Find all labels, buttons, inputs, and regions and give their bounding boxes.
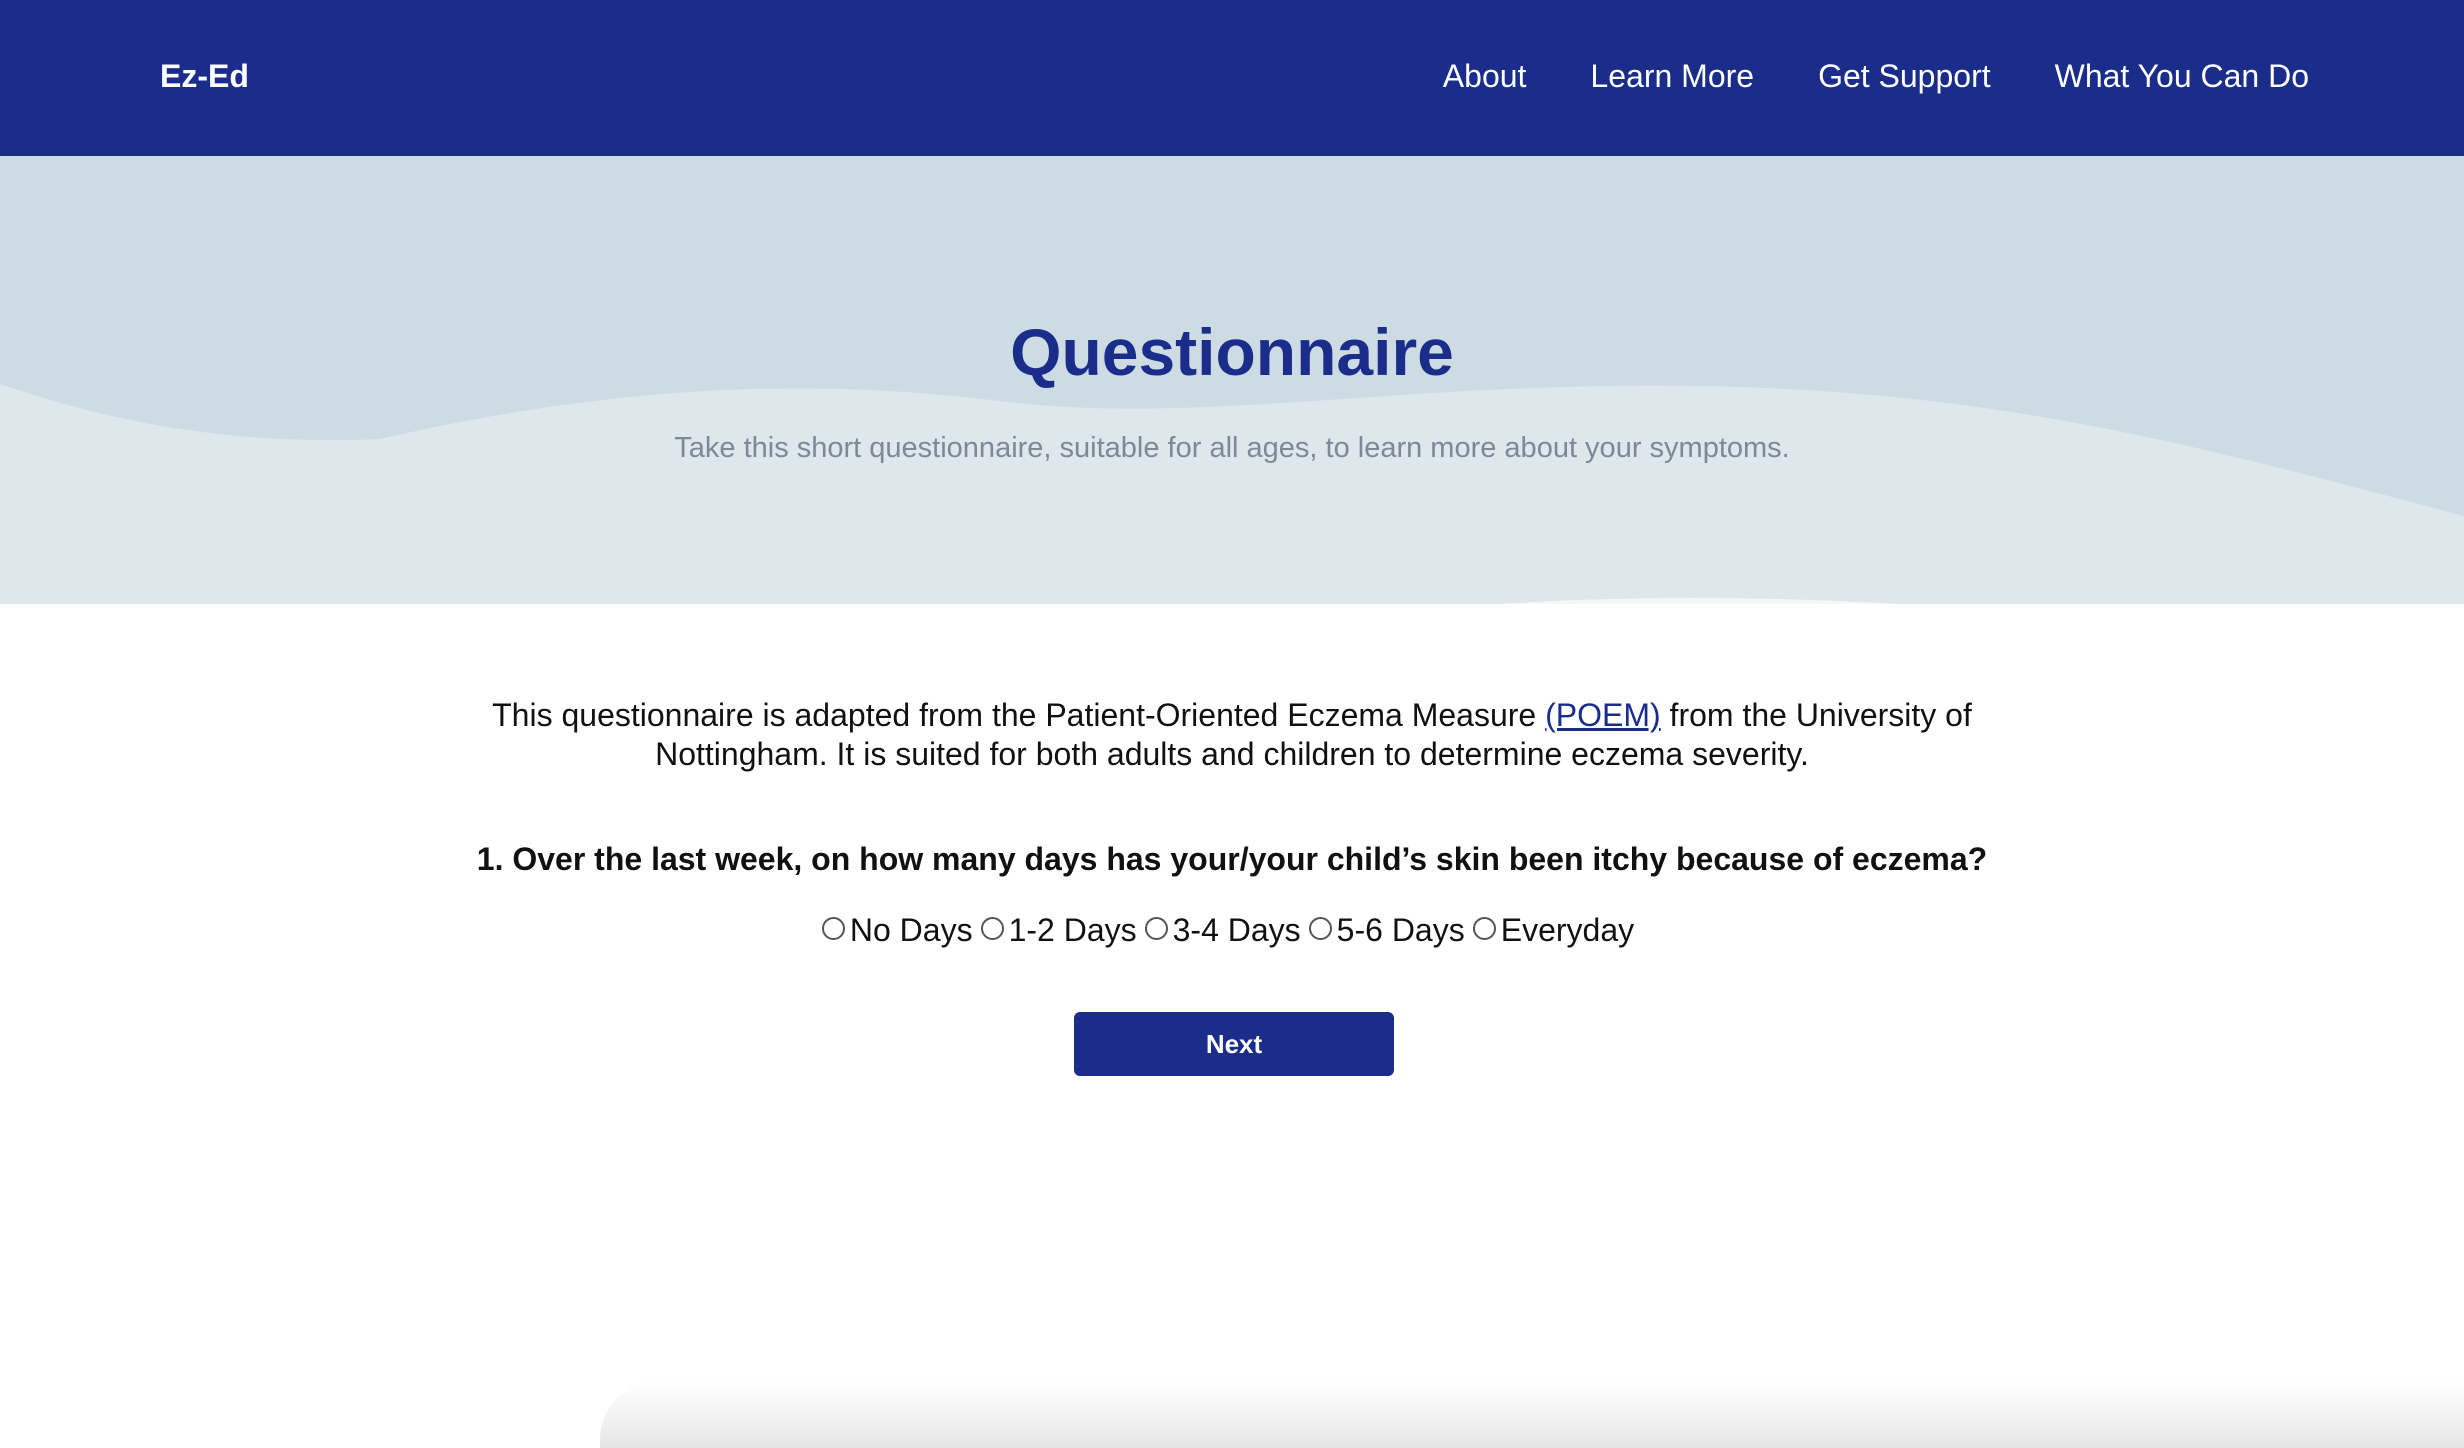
answer-options: No Days 1-2 Days 3-4 Days 5-6 Days Every…	[0, 908, 2464, 952]
radio-everyday[interactable]	[1472, 916, 1496, 940]
nav-link-what-you-can-do[interactable]: What You Can Do	[2055, 56, 2309, 96]
hero-section: Questionnaire Take this short questionna…	[0, 156, 2464, 604]
option-label: 5-6 Days	[1336, 912, 1465, 948]
page-title: Questionnaire	[1010, 315, 1454, 389]
bottom-shadow-decoration	[600, 1380, 2464, 1448]
intro-paragraph: This questionnaire is adapted from the P…	[470, 696, 1994, 774]
option-no-days[interactable]: No Days	[821, 908, 973, 952]
brand-logo[interactable]: Ez-Ed	[160, 56, 249, 96]
option-5-6-days[interactable]: 5-6 Days	[1308, 908, 1465, 952]
next-button[interactable]: Next	[1074, 1012, 1394, 1076]
option-label: 1-2 Days	[1008, 912, 1137, 948]
radio-5-6-days[interactable]	[1308, 916, 1332, 940]
navbar: Ez-Ed About Learn More Get Support What …	[0, 0, 2464, 156]
nav-link-about[interactable]: About	[1443, 56, 1527, 96]
nav-link-learn-more[interactable]: Learn More	[1590, 56, 1754, 96]
option-label: 3-4 Days	[1172, 912, 1301, 948]
nav-link-get-support[interactable]: Get Support	[1818, 56, 1991, 96]
radio-no-days[interactable]	[821, 916, 845, 940]
option-everyday[interactable]: Everyday	[1472, 908, 1635, 952]
option-3-4-days[interactable]: 3-4 Days	[1144, 908, 1301, 952]
option-label: No Days	[849, 912, 973, 948]
radio-1-2-days[interactable]	[980, 916, 1004, 940]
intro-text-before: This questionnaire is adapted from the P…	[492, 697, 1546, 733]
page: Ez-Ed About Learn More Get Support What …	[0, 0, 2464, 1448]
option-1-2-days[interactable]: 1-2 Days	[980, 908, 1137, 952]
question-text: 1. Over the last week, on how many days …	[476, 841, 1988, 877]
nav-links: About Learn More Get Support What You Ca…	[1443, 56, 2309, 96]
option-label: Everyday	[1500, 912, 1635, 948]
poem-link[interactable]: (POEM)	[1545, 697, 1661, 733]
radio-3-4-days[interactable]	[1144, 916, 1168, 940]
page-subtitle: Take this short questionnaire, suitable …	[674, 432, 1790, 464]
